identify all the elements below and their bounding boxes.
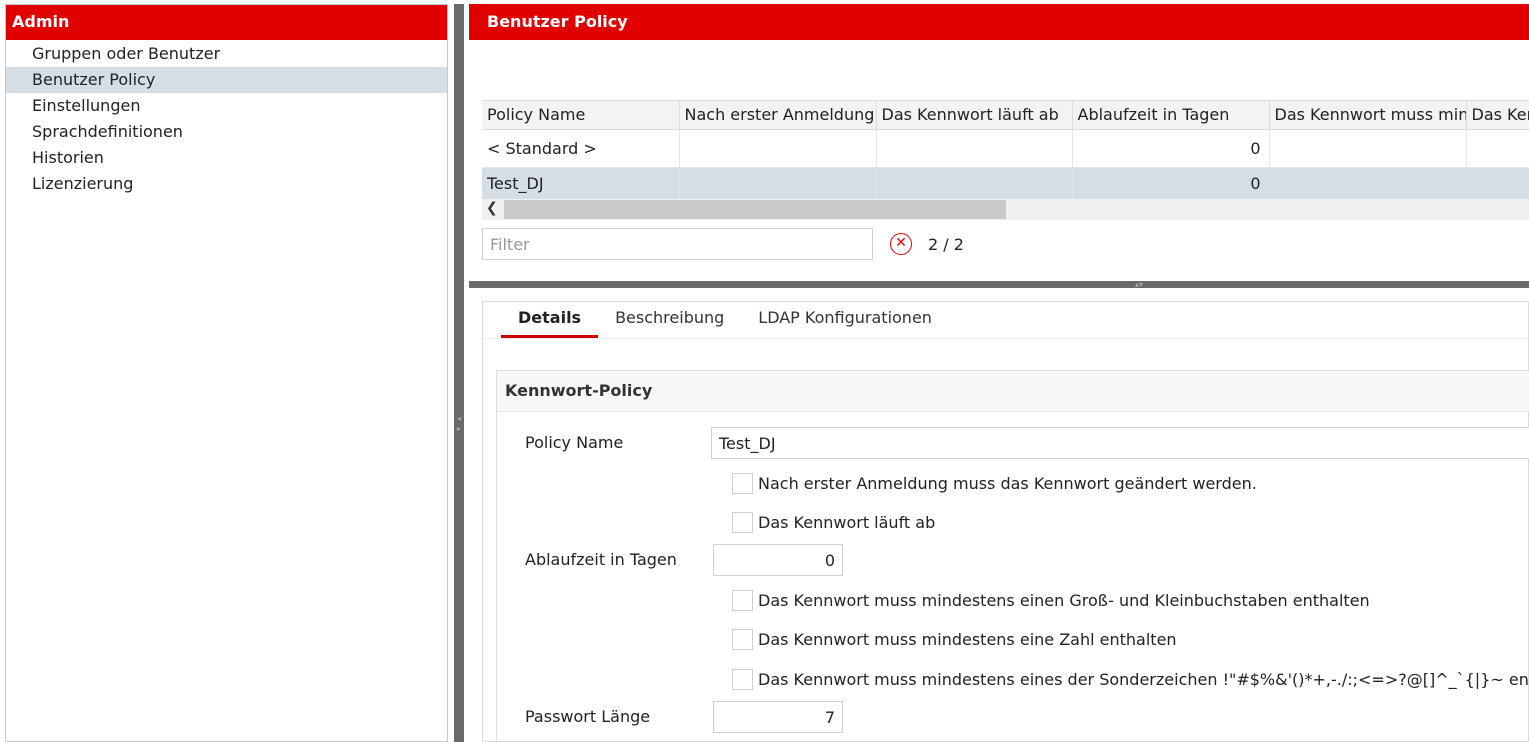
digit-label: Das Kennwort muss mindestens eine Zahl e… <box>758 629 1177 649</box>
table-header-row: Policy Name Nach erster Anmeldung Das Ke… <box>482 101 1529 130</box>
column-header-nach-erster-anmeldung[interactable]: Nach erster Anmeldung <box>679 101 877 130</box>
tab-divider <box>483 338 1529 339</box>
splitter-grip-icon: ◂ ▸ <box>456 414 461 433</box>
table-horizontal-scrollbar[interactable]: ❮ <box>482 199 1529 220</box>
filter-result-count: 2 / 2 <box>928 235 964 254</box>
tab-details[interactable]: Details <box>501 302 599 338</box>
check-row-first-login: Nach erster Anmeldung muss das Kennwort … <box>732 472 1257 494</box>
check-row-digit: Das Kennwort muss mindestens eine Zahl e… <box>732 628 1177 650</box>
first-login-label: Nach erster Anmeldung muss das Kennwort … <box>758 473 1257 493</box>
cell-kennwort <box>1466 167 1529 200</box>
cell-kennwort <box>1466 129 1529 168</box>
cell-kennwort-laeuft-ab <box>876 129 1073 168</box>
check-row-special: Das Kennwort muss mindestens eines der S… <box>732 668 1529 690</box>
nav-item-historien[interactable]: Historien <box>6 145 447 171</box>
tab-ldap-konfigurationen[interactable]: LDAP Konfigurationen <box>741 302 949 338</box>
expiry-days-field[interactable] <box>713 544 843 576</box>
section-title: Kennwort-Policy <box>497 371 1529 412</box>
password-length-label: Passwort Länge <box>525 707 651 726</box>
detail-tabs: Details Beschreibung LDAP Konfiguratione… <box>501 302 949 338</box>
nav-item-lizenzierung[interactable]: Lizenzierung <box>6 171 447 197</box>
detail-area: Details Beschreibung LDAP Konfiguratione… <box>482 301 1529 742</box>
cell-nach-erster-anmeldung <box>679 129 877 168</box>
cell-kennwort-muss-min <box>1269 129 1467 168</box>
cell-kennwort-muss-min <box>1269 167 1467 200</box>
cell-policy-name: Test_DJ <box>482 167 680 200</box>
splitter-grip-icon: ▴▾ <box>1135 280 1144 289</box>
column-header-ablaufzeit[interactable]: Ablaufzeit in Tagen <box>1072 101 1270 130</box>
policy-name-field[interactable] <box>711 427 1529 459</box>
table-row[interactable]: < Standard > 0 <box>482 129 1529 168</box>
password-expires-label: Das Kennwort läuft ab <box>758 512 936 532</box>
upper-lower-checkbox[interactable] <box>732 589 753 611</box>
scrollbar-thumb[interactable] <box>504 200 1006 219</box>
special-char-label: Das Kennwort muss mindestens eines der S… <box>758 669 1529 689</box>
nav-item-gruppen-oder-benutzer[interactable]: Gruppen oder Benutzer <box>6 41 447 67</box>
cell-policy-name: < Standard > <box>482 129 680 168</box>
digit-checkbox[interactable] <box>732 628 753 650</box>
column-header-kennwort[interactable]: Das Kennwort <box>1466 101 1529 130</box>
expiry-days-label: Ablaufzeit in Tagen <box>525 550 677 569</box>
policy-panel: Benutzer Policy Policy Name Nach erster … <box>469 4 1529 742</box>
column-header-kennwort-muss-min[interactable]: Das Kennwort muss min <box>1269 101 1467 130</box>
vertical-splitter[interactable]: ◂ ▸ <box>454 4 464 742</box>
admin-nav-list: Gruppen oder Benutzer Benutzer Policy Ei… <box>6 40 447 197</box>
cell-ablaufzeit: 0 <box>1072 129 1270 168</box>
cell-kennwort-laeuft-ab <box>876 167 1073 200</box>
chevron-left-icon[interactable]: ❮ <box>486 200 498 216</box>
policy-panel-title: Benutzer Policy <box>469 4 1529 40</box>
password-length-field[interactable] <box>713 701 843 733</box>
nav-item-sprachdefinitionen[interactable]: Sprachdefinitionen <box>6 119 447 145</box>
horizontal-splitter[interactable]: ▴▾ <box>469 280 1529 289</box>
admin-panel-title: Admin <box>6 5 447 40</box>
clear-circle-x-icon[interactable]: ✕ <box>890 233 912 255</box>
check-row-expires: Das Kennwort läuft ab <box>732 511 935 533</box>
special-char-checkbox[interactable] <box>732 668 753 690</box>
upper-lower-label: Das Kennwort muss mindestens einen Groß-… <box>758 590 1370 610</box>
column-header-kennwort-laeuft-ab[interactable]: Das Kennwort läuft ab <box>876 101 1073 130</box>
tab-beschreibung[interactable]: Beschreibung <box>598 302 741 338</box>
admin-panel: Admin Gruppen oder Benutzer Benutzer Pol… <box>5 4 448 742</box>
check-row-upper-lower: Das Kennwort muss mindestens einen Groß-… <box>732 589 1370 611</box>
first-login-checkbox[interactable] <box>732 472 753 494</box>
cell-ablaufzeit: 0 <box>1072 167 1270 200</box>
nav-item-benutzer-policy[interactable]: Benutzer Policy <box>6 67 447 93</box>
table-row-selected[interactable]: Test_DJ 0 <box>482 167 1529 200</box>
filter-input[interactable] <box>482 228 873 260</box>
nav-item-einstellungen[interactable]: Einstellungen <box>6 93 447 119</box>
password-expires-checkbox[interactable] <box>732 511 753 533</box>
column-header-policy-name[interactable]: Policy Name <box>482 101 680 130</box>
policy-name-label: Policy Name <box>525 433 624 452</box>
cell-nach-erster-anmeldung <box>679 167 877 200</box>
kennwort-policy-section: Kennwort-Policy Policy Name Nach erster … <box>496 370 1529 742</box>
